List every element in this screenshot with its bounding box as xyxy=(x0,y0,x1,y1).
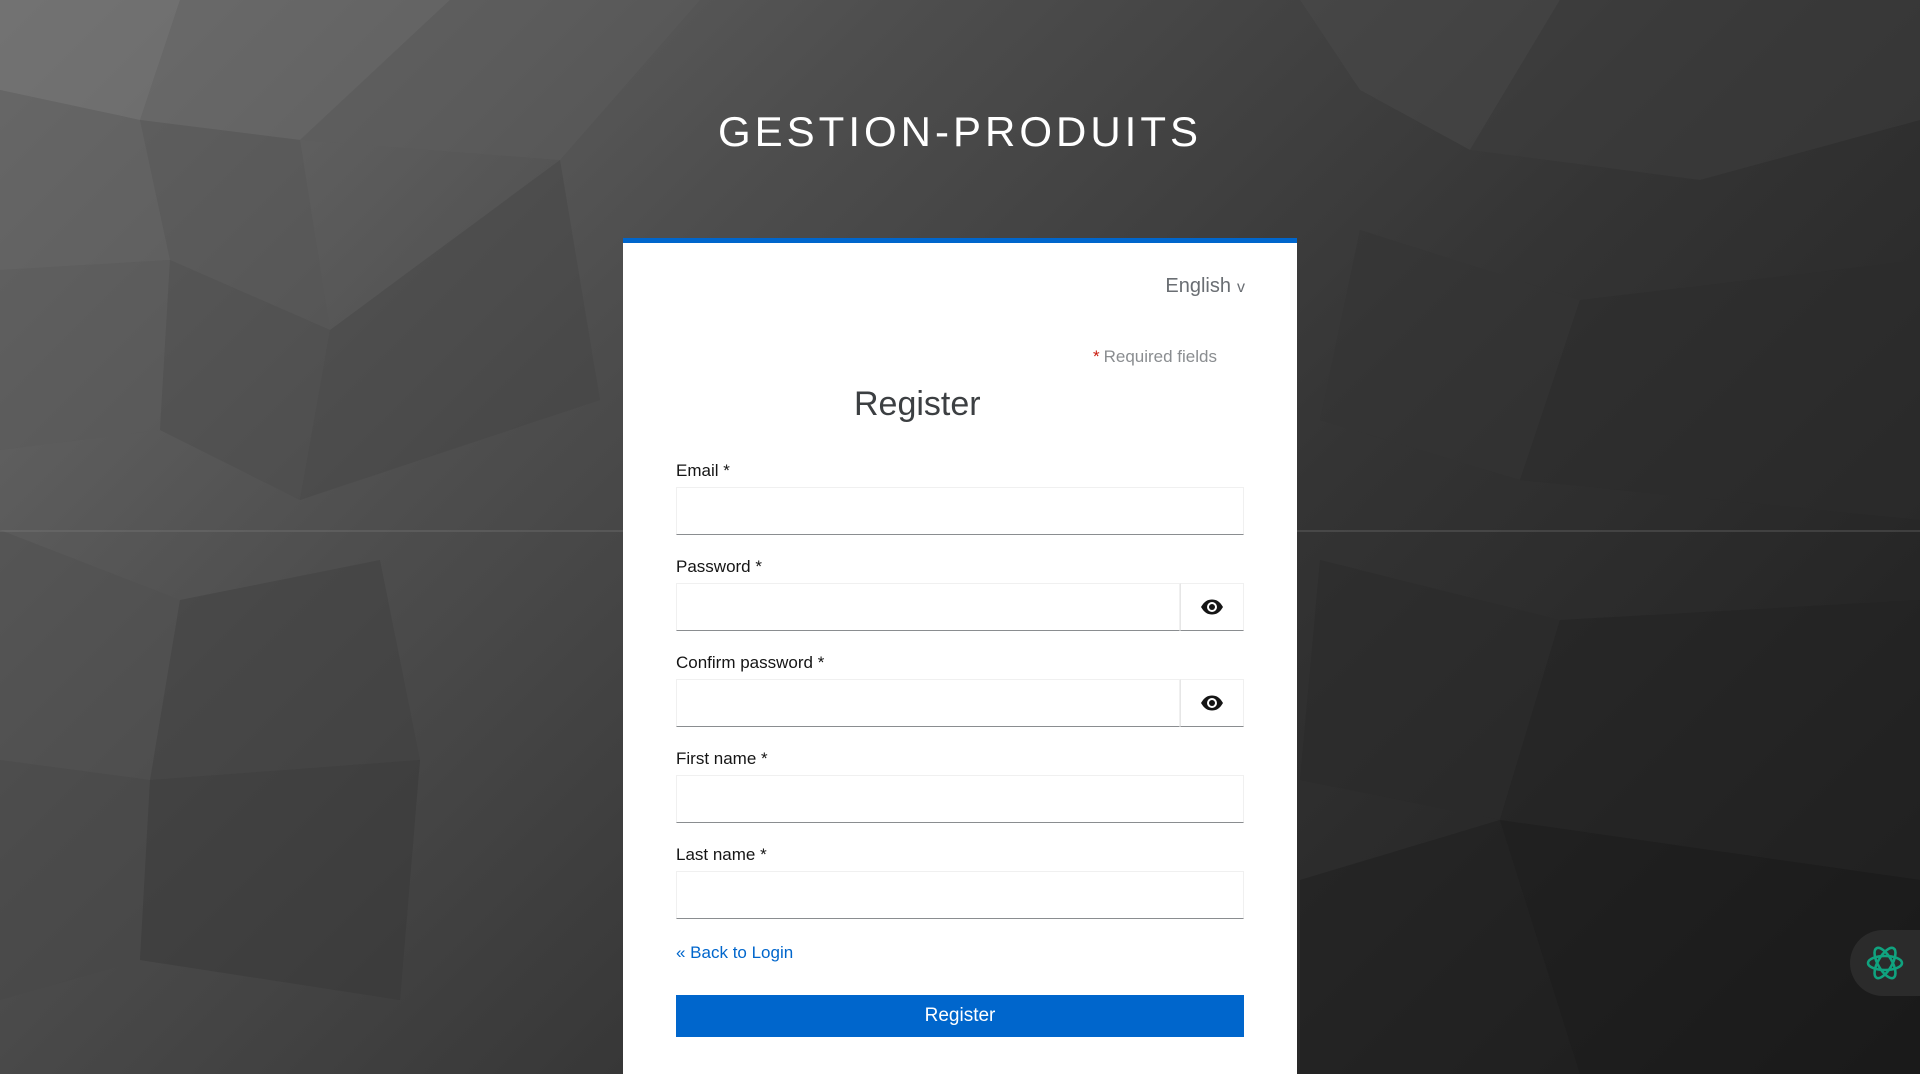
password-group: Password * xyxy=(676,557,1244,631)
required-star: * xyxy=(1092,347,1100,366)
last-name-group: Last name * xyxy=(676,845,1244,919)
page-title: Register xyxy=(854,385,981,423)
language-selector[interactable]: English v xyxy=(1165,275,1245,298)
confirm-password-group: Confirm password * xyxy=(676,653,1244,727)
brand-title: GESTION-PRODUITS xyxy=(717,108,1203,155)
register-button[interactable]: Register xyxy=(676,995,1244,1037)
password-toggle-button[interactable] xyxy=(1180,583,1244,631)
password-label: Password * xyxy=(676,557,762,576)
confirm-password-toggle-button[interactable] xyxy=(1180,679,1244,727)
chevron-down-icon: v xyxy=(1237,279,1245,296)
email-label: Email * xyxy=(676,461,730,480)
assistant-knot-icon xyxy=(1866,946,1904,980)
assistant-button[interactable] xyxy=(1850,930,1920,996)
last-name-label: Last name * xyxy=(676,845,767,864)
confirm-password-field[interactable] xyxy=(676,679,1180,727)
confirm-password-label: Confirm password * xyxy=(676,653,825,672)
password-field[interactable] xyxy=(676,583,1180,631)
eye-icon xyxy=(1201,695,1223,711)
first-name-field[interactable] xyxy=(676,775,1244,823)
eye-icon xyxy=(1201,599,1223,615)
last-name-field[interactable] xyxy=(676,871,1244,919)
first-name-group: First name * xyxy=(676,749,1244,823)
back-to-login-link[interactable]: « Back to Login xyxy=(676,943,793,963)
email-field[interactable] xyxy=(676,487,1244,535)
required-fields-note: * Required fields xyxy=(1093,347,1217,367)
language-current: English xyxy=(1165,275,1231,297)
first-name-label: First name * xyxy=(676,749,768,768)
register-card: English v * Required fields Register Email… xyxy=(623,238,1297,1074)
email-group: Email * xyxy=(676,461,1244,535)
required-fields-text: Required fields xyxy=(1103,347,1217,366)
